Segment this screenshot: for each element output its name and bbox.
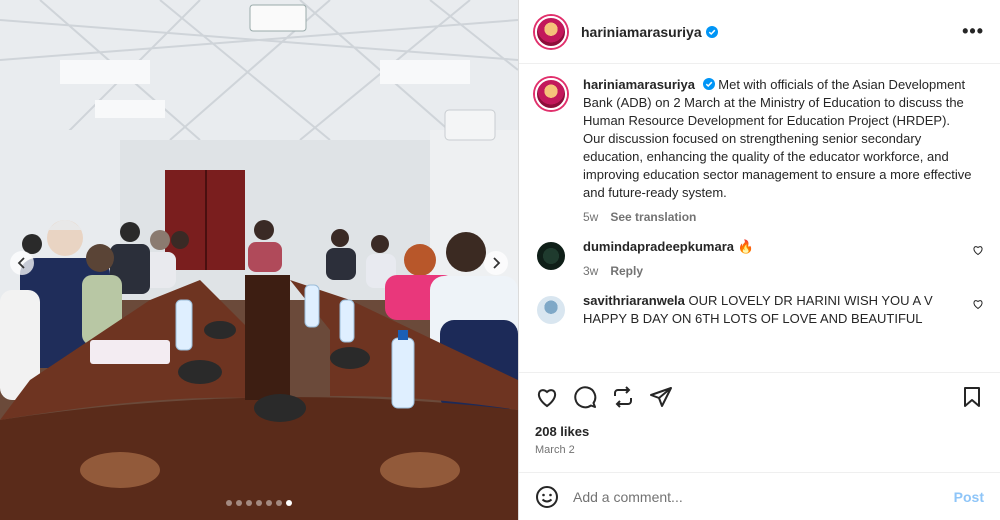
heart-icon[interactable] <box>535 385 559 409</box>
avatar[interactable] <box>535 294 567 326</box>
bookmark-icon[interactable] <box>960 385 984 409</box>
carousel-dot <box>266 500 272 506</box>
caption-username[interactable]: hariniamarasuriya <box>583 77 695 92</box>
post-author-username[interactable]: hariniamarasuriya <box>581 24 702 40</box>
more-options-button[interactable]: ••• <box>962 21 984 42</box>
heart-icon[interactable] <box>972 298 984 310</box>
caption-row: hariniamarasuriya Met with officials of … <box>535 76 984 226</box>
avatar[interactable] <box>535 240 567 272</box>
avatar[interactable] <box>535 78 567 110</box>
carousel-dot <box>236 500 242 506</box>
action-bar <box>519 372 1000 420</box>
repost-icon[interactable] <box>611 385 635 409</box>
instagram-post-modal: hariniamarasuriya ••• hariniamarasuriya … <box>0 0 1000 520</box>
comment-username[interactable]: savithriaranwela <box>583 293 685 308</box>
carousel-prev-button[interactable] <box>10 251 34 275</box>
carousel-dot <box>276 500 282 506</box>
post-date: March 2 <box>535 444 575 456</box>
caption-text-p2: Our discussion focused on strengthening … <box>583 131 972 200</box>
meeting-room-photo <box>0 0 518 520</box>
see-translation-link[interactable]: See translation <box>610 208 696 226</box>
chevron-left-icon <box>17 257 25 269</box>
verified-badge-icon <box>702 78 715 90</box>
comment-age: 3w <box>583 264 599 278</box>
carousel-dot <box>246 500 252 506</box>
comment-input[interactable] <box>573 488 954 505</box>
comment-text: 🔥 <box>737 239 754 254</box>
reply-button[interactable]: Reply <box>610 262 643 280</box>
comment-row: dumindapradeepkumara 🔥 3w Reply <box>535 238 984 280</box>
carousel-dots <box>0 500 518 506</box>
likes-count[interactable]: 208 likes <box>535 424 589 439</box>
emoji-icon[interactable] <box>535 485 559 509</box>
verified-badge-icon <box>705 25 718 38</box>
carousel-dot <box>286 500 292 506</box>
comment-username[interactable]: dumindapradeepkumara <box>583 239 734 254</box>
carousel-dot <box>256 500 262 506</box>
carousel-next-button[interactable] <box>484 251 508 275</box>
chevron-right-icon <box>493 257 501 269</box>
comments-section: hariniamarasuriya Met with officials of … <box>519 64 1000 372</box>
avatar[interactable] <box>535 15 567 48</box>
share-icon[interactable] <box>649 385 673 409</box>
add-comment-bar: Post <box>519 472 1000 520</box>
caption-age: 5w <box>583 210 599 224</box>
heart-icon[interactable] <box>972 244 984 256</box>
carousel-dot <box>226 500 232 506</box>
comment-row: savithriaranwela OUR LOVELY DR HARINI WI… <box>535 292 984 328</box>
post-photo[interactable] <box>0 0 518 520</box>
comment-icon[interactable] <box>573 385 597 409</box>
post-header: hariniamarasuriya ••• <box>519 0 1000 64</box>
post-details-panel: hariniamarasuriya ••• hariniamarasuriya … <box>518 0 1000 520</box>
post-comment-button[interactable]: Post <box>954 489 984 505</box>
